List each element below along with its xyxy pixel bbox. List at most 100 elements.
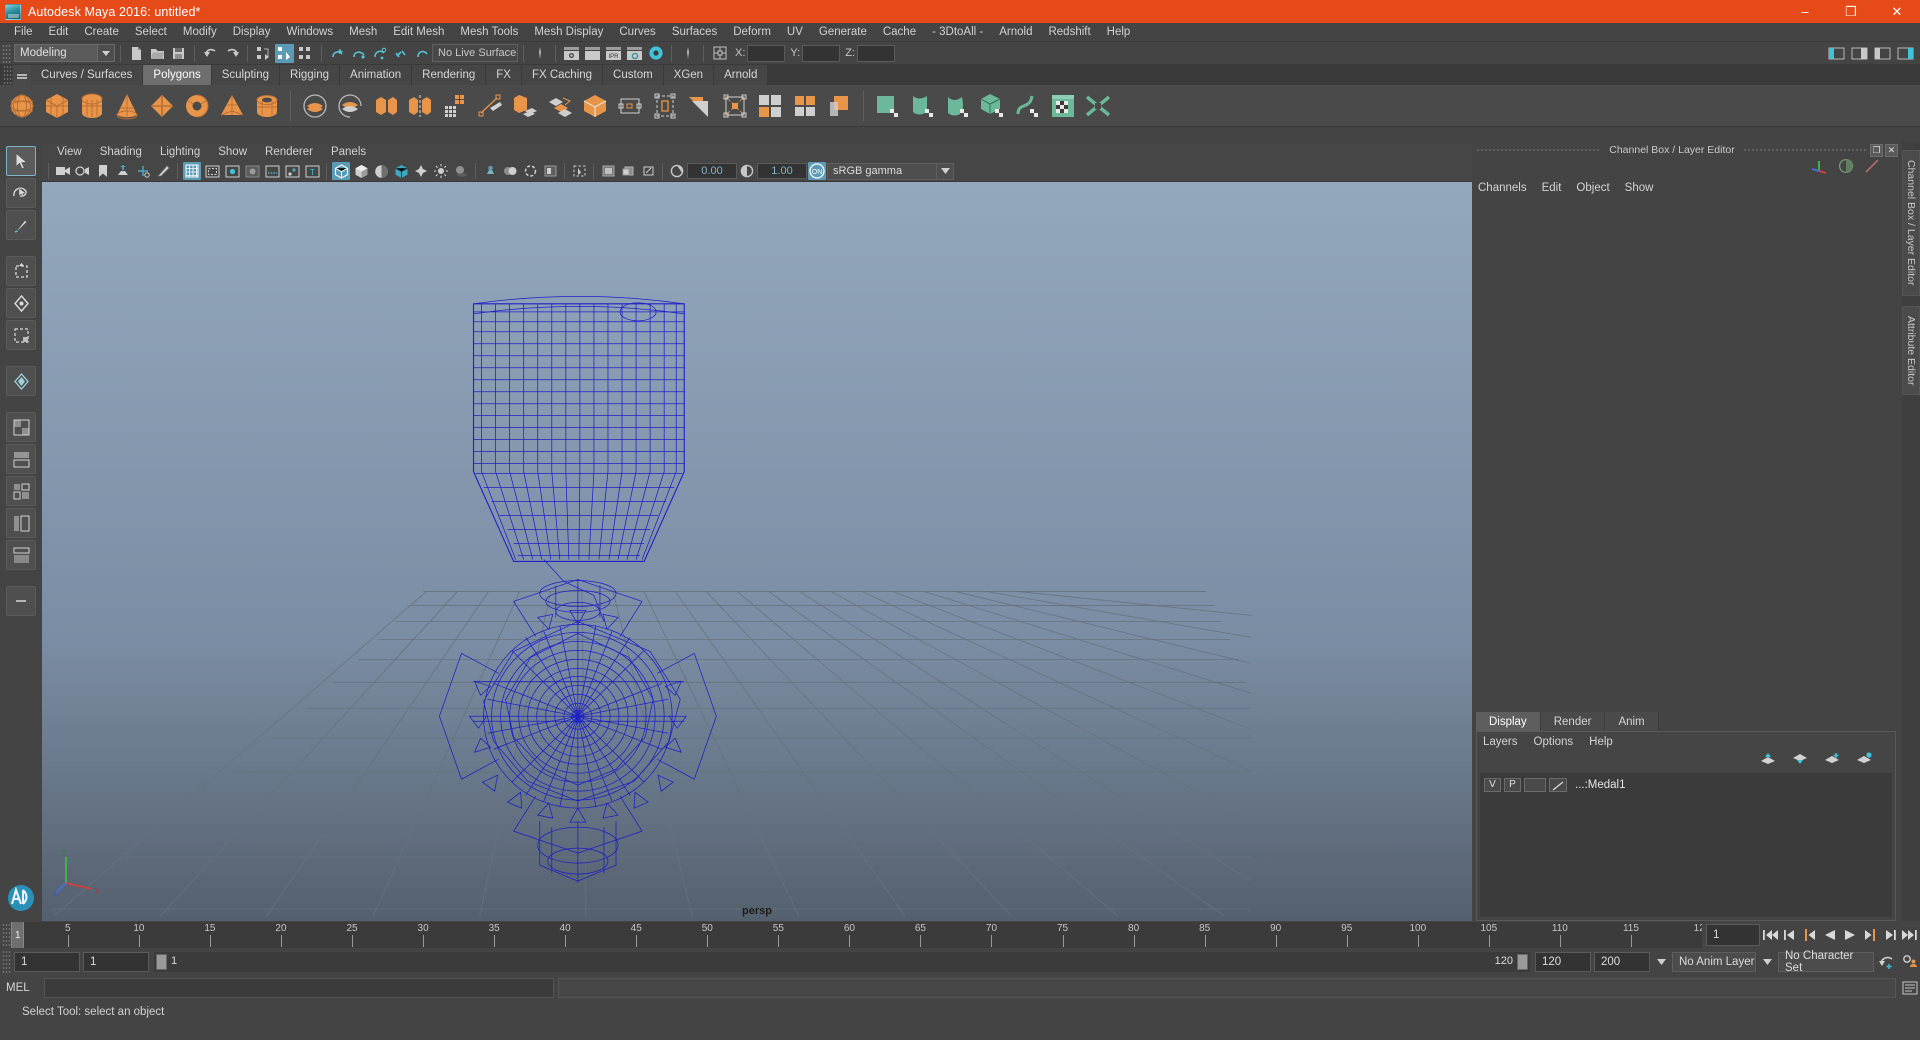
shelf-poly-torus-icon[interactable] <box>180 89 213 123</box>
move-layer-down-icon[interactable] <box>1791 752 1809 770</box>
shelf-poly-cube-icon[interactable] <box>40 89 73 123</box>
resolution-gate-icon[interactable] <box>223 162 241 180</box>
current-frame-field[interactable]: 1 <box>1706 924 1760 946</box>
color-management-dropdown-arrow[interactable] <box>937 162 954 180</box>
menu-mesh-tools[interactable]: Mesh Tools <box>452 25 526 39</box>
rotate-tool-button[interactable] <box>6 288 36 318</box>
add-layer-with-selection-icon[interactable] <box>1855 752 1873 770</box>
vertical-tab-attribute-editor[interactable]: Attribute Editor <box>1902 305 1920 395</box>
range-start-field[interactable]: 1 <box>14 952 80 972</box>
grease-pencil-icon[interactable] <box>154 162 172 180</box>
redo-icon[interactable] <box>222 44 241 63</box>
multisample-aa-icon[interactable] <box>521 162 539 180</box>
motion-blur-icon[interactable] <box>501 162 519 180</box>
range-bar[interactable]: 1 120 <box>154 952 1530 972</box>
shelf-connect-components-icon[interactable] <box>788 89 821 123</box>
grid-toggle-icon[interactable] <box>183 162 201 180</box>
smooth-shade-all-icon[interactable] <box>352 162 370 180</box>
xray-toggle-icon[interactable]: T <box>303 162 321 180</box>
layout-two-panes-button[interactable] <box>6 444 36 474</box>
input-output-toggle-icon[interactable] <box>678 44 697 63</box>
show-hide-modeling-toolkit-icon[interactable] <box>1827 44 1846 63</box>
go-to-start-icon[interactable] <box>1760 924 1780 946</box>
render-view-icon[interactable] <box>646 44 665 63</box>
snap-to-projected-center-icon[interactable] <box>391 44 410 63</box>
manipulator-axis-icon[interactable] <box>1810 158 1828 179</box>
shelf-combine-icon[interactable] <box>368 89 401 123</box>
shelf-quad-draw-icon[interactable] <box>823 89 856 123</box>
shelf-boolean-difference-icon[interactable] <box>333 89 366 123</box>
render-settings-icon[interactable] <box>625 44 644 63</box>
shelf-tab-fx-caching[interactable]: FX Caching <box>521 65 604 85</box>
shelf-tab-custom[interactable]: Custom <box>603 65 664 85</box>
layer-visibility-toggle[interactable]: V <box>1484 777 1501 792</box>
menu-modify[interactable]: Modify <box>175 25 225 39</box>
channel-box-content[interactable] <box>1476 198 1896 712</box>
time-slider-grip[interactable] <box>2 923 11 947</box>
ipr-render-icon[interactable] <box>583 44 602 63</box>
menu-curves[interactable]: Curves <box>611 25 663 39</box>
use-all-lights-icon[interactable] <box>432 162 450 180</box>
textured-icon[interactable] <box>392 162 410 180</box>
snap-to-grid-icon[interactable] <box>328 44 347 63</box>
camera-attributes-icon[interactable] <box>74 162 92 180</box>
select-camera-icon[interactable] <box>54 162 72 180</box>
shelf-poly-pipe-icon[interactable] <box>250 89 283 123</box>
xray-display-icon[interactable] <box>599 162 617 180</box>
time-slider[interactable]: 1 5 10 15 20 25 30 35 40 45 50 55 60 65 70 75 80 85 90 95 1… <box>11 922 1702 948</box>
xray-active-comp-display-icon[interactable] <box>639 162 657 180</box>
shelf-boolean-union-icon[interactable] <box>298 89 331 123</box>
menu-generate[interactable]: Generate <box>811 25 875 39</box>
channelbox-menu-show[interactable]: Show <box>1625 181 1663 195</box>
shaded-wireframe-icon[interactable] <box>372 162 390 180</box>
layout-more-button[interactable] <box>6 586 36 616</box>
open-scene-icon[interactable] <box>148 44 167 63</box>
move-tool-button[interactable] <box>6 256 36 286</box>
layer-playback-toggle[interactable]: P <box>1504 777 1521 792</box>
color-management-selector[interactable]: sRGB gamma <box>827 162 937 180</box>
play-backwards-icon[interactable] <box>1820 924 1840 946</box>
screen-space-ao-icon[interactable] <box>481 162 499 180</box>
close-button[interactable]: ✕ <box>1874 0 1920 23</box>
menu-help[interactable]: Help <box>1099 25 1139 39</box>
save-scene-icon[interactable] <box>169 44 188 63</box>
isolate-select-icon[interactable] <box>570 162 588 180</box>
shelf-poly-pyramid-icon[interactable] <box>215 89 248 123</box>
shelf-insert-edge-loop-icon[interactable] <box>718 89 751 123</box>
depth-of-field-icon[interactable] <box>541 162 559 180</box>
gate-mask-icon[interactable] <box>243 162 261 180</box>
step-forward-key-icon[interactable] <box>1860 924 1880 946</box>
menu-redshift[interactable]: Redshift <box>1040 25 1098 39</box>
layout-outliner-persp-button[interactable] <box>6 508 36 538</box>
shelf-bridge-icon[interactable] <box>613 89 646 123</box>
snap-to-point-icon[interactable] <box>370 44 389 63</box>
shelf-uv-spherical-icon[interactable] <box>941 89 974 123</box>
ipr-render-label-icon[interactable]: IPR <box>604 44 623 63</box>
script-editor-icon[interactable] <box>1900 977 1920 999</box>
status-line-grip[interactable] <box>2 43 11 63</box>
wireframe-shading-icon[interactable] <box>332 162 350 180</box>
two-d-pan-zoom-icon[interactable] <box>134 162 152 180</box>
scale-tool-button[interactable] <box>6 320 36 350</box>
shelf-poly-plane-icon[interactable] <box>145 89 178 123</box>
anim-layer-selector[interactable]: No Anim Layer <box>1672 952 1756 972</box>
gamma-value-field[interactable]: 1.00 <box>757 163 807 179</box>
render-current-frame-icon[interactable] <box>562 44 581 63</box>
shelf-combine-mesh-icon[interactable] <box>648 89 681 123</box>
layer-tab-render[interactable]: Render <box>1540 712 1606 731</box>
color-management-toggle-icon[interactable]: ON <box>808 162 826 180</box>
menu-windows[interactable]: Windows <box>278 25 341 39</box>
layer-tab-anim[interactable]: Anim <box>1605 712 1659 731</box>
select-hierarchy-icon[interactable] <box>254 44 273 63</box>
menu-display[interactable]: Display <box>225 25 279 39</box>
viewport-menu-view[interactable]: View <box>48 145 91 159</box>
perspective-viewport[interactable]: y x z persp <box>42 182 1472 921</box>
shelf-uv-plane-icon[interactable] <box>871 89 904 123</box>
snap-to-view-plane-icon[interactable] <box>412 44 431 63</box>
layer-type-toggle[interactable] <box>1524 777 1546 792</box>
show-hide-tool-settings-icon[interactable] <box>1873 44 1892 63</box>
gamma-icon[interactable] <box>738 162 756 180</box>
layout-hypergraph-button[interactable] <box>6 540 36 570</box>
bookmark-icon[interactable] <box>94 162 112 180</box>
paint-selection-tool-button[interactable] <box>6 210 36 240</box>
